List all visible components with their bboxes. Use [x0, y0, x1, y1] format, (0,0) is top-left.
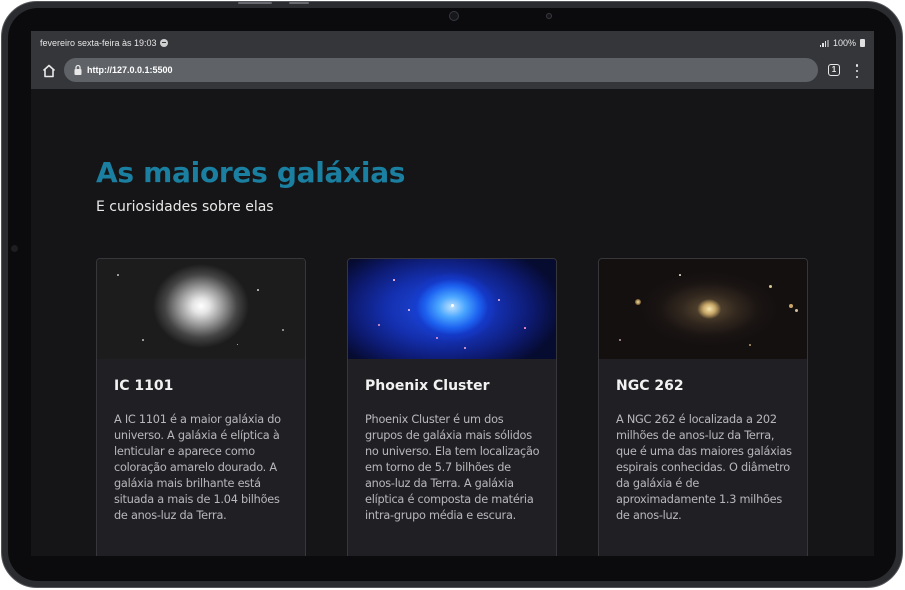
- battery-icon: [860, 39, 865, 47]
- card-title: NGC 262: [616, 378, 684, 394]
- signal-icon: [819, 39, 829, 47]
- screen: fevereiro sexta-feira às 19:03 100% http…: [31, 31, 874, 556]
- galaxy-card-phoenix-cluster: Phoenix Cluster Phoenix Cluster é um dos…: [347, 258, 557, 556]
- galaxy-cluster-image: [348, 259, 556, 359]
- volume-button: [238, 2, 272, 4]
- card-text: Phoenix Cluster é um dos grupos de galáx…: [365, 413, 540, 522]
- more-options-icon[interactable]: [854, 64, 860, 78]
- galaxy-card-ic1101: IC 1101 A IC 1101 é a maior galáxia do u…: [96, 258, 306, 556]
- url-text: http://127.0.0.1:5500: [87, 65, 173, 75]
- card-text: A NGC 262 é localizada a 202 milhões de …: [616, 413, 792, 522]
- elliptical-galaxy-image: [97, 259, 305, 359]
- galaxy-card-ngc262: NGC 262 A NGC 262 é localizada a 202 mil…: [598, 258, 808, 556]
- home-icon[interactable]: [41, 63, 57, 79]
- card-text: A IC 1101 é a maior galáxia do universo.…: [114, 413, 281, 522]
- card-title: IC 1101: [114, 378, 174, 394]
- page-content: As maiores galáxias E curiosidades sobre…: [31, 89, 874, 556]
- browser-toolbar: http://127.0.0.1:5500 1: [31, 55, 874, 89]
- page-title: As maiores galáxias: [96, 156, 406, 189]
- battery-percent: 100%: [832, 38, 856, 48]
- side-sensor-icon: [11, 245, 18, 252]
- status-date-time: fevereiro sexta-feira às 19:03: [40, 38, 157, 48]
- spiral-galaxy-image: [599, 259, 807, 359]
- front-camera-icon: [449, 11, 459, 21]
- status-bar: fevereiro sexta-feira às 19:03 100%: [31, 31, 874, 55]
- notification-icon: [159, 39, 168, 47]
- lock-icon: [74, 64, 82, 75]
- card-title: Phoenix Cluster: [365, 378, 490, 394]
- tab-switcher-icon[interactable]: 1: [828, 64, 840, 76]
- power-button: [289, 2, 309, 4]
- page-subtitle: E curiosidades sobre elas: [96, 199, 274, 215]
- light-sensor-icon: [546, 13, 552, 19]
- address-bar[interactable]: http://127.0.0.1:5500: [64, 58, 818, 82]
